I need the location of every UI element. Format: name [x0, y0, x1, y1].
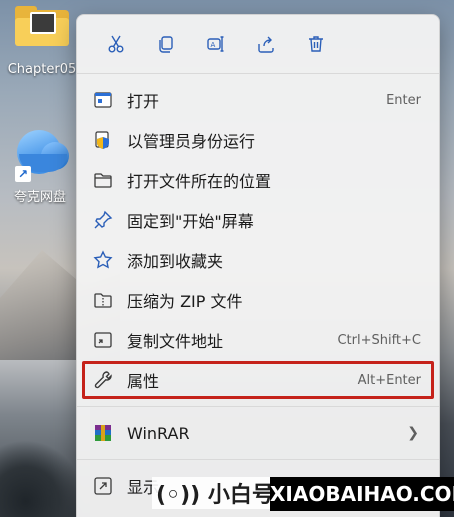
- menu-item-label: 固定到"开始"屏幕: [127, 212, 254, 231]
- menu-item-properties[interactable]: 属性 Alt+Enter: [81, 360, 435, 400]
- menu-item-shortcut: Enter: [386, 92, 421, 108]
- desktop-icon-label: Chapter05: [7, 62, 77, 77]
- expand-icon: [93, 476, 113, 496]
- menu-item-winrar[interactable]: WinRAR ❯: [81, 413, 435, 453]
- menu-item-label: 复制文件地址: [127, 332, 224, 351]
- share-button[interactable]: [241, 27, 291, 61]
- share-icon: [258, 36, 274, 53]
- copy-icon: [159, 36, 173, 53]
- menu-item-label: 属性: [127, 372, 160, 391]
- watermark-logo: (◦)) 小白号: [152, 477, 278, 509]
- shortcut-arrow-icon: ↗: [15, 166, 31, 182]
- context-menu: A 打开 Enter 以管理员身份运行 打开文件所在的位置 固定到"开始"屏幕 …: [76, 14, 440, 517]
- chevron-right-icon: ❯: [407, 425, 419, 441]
- desktop-icon-quark[interactable]: ↗ 夸克网盘: [0, 126, 80, 205]
- menu-item-add-favorites[interactable]: 添加到收藏夹: [81, 240, 435, 280]
- rename-button[interactable]: A: [191, 27, 241, 61]
- open-icon: [93, 90, 113, 110]
- delete-icon: [309, 36, 323, 52]
- folder-icon: [15, 6, 69, 46]
- shield-icon: [93, 130, 113, 150]
- wrench-icon: [93, 370, 113, 390]
- copy-button[interactable]: [141, 27, 191, 61]
- watermark-domain: XIAOBAIHAO.COM: [270, 477, 454, 511]
- menu-item-open-location[interactable]: 打开文件所在的位置: [81, 160, 435, 200]
- svg-text:A: A: [211, 41, 216, 49]
- delete-button[interactable]: [291, 27, 341, 61]
- quark-cloud-icon: ↗: [11, 126, 69, 184]
- cut-button[interactable]: [91, 27, 141, 61]
- pin-icon: [93, 210, 113, 230]
- menu-separator: [77, 406, 439, 407]
- rename-icon: A: [207, 36, 224, 52]
- context-toolbar: A: [77, 15, 439, 74]
- desktop-icon-chapter05[interactable]: Chapter05: [2, 6, 82, 77]
- menu-item-compress-zip[interactable]: 压缩为 ZIP 文件: [81, 280, 435, 320]
- folder-open-icon: [93, 170, 113, 190]
- menu-item-copy-path[interactable]: 复制文件地址 Ctrl+Shift+C: [81, 320, 435, 360]
- menu-item-shortcut: Ctrl+Shift+C: [337, 332, 421, 348]
- menu-item-shortcut: Alt+Enter: [357, 372, 421, 388]
- menu-item-label: 添加到收藏夹: [127, 252, 224, 271]
- menu-item-label: 以管理员身份运行: [127, 132, 256, 151]
- menu-item-open[interactable]: 打开 Enter: [81, 80, 435, 120]
- copy-path-icon: [93, 330, 113, 350]
- wallpaper-trees: [0, 440, 85, 517]
- zip-folder-icon: [93, 290, 113, 310]
- cut-icon: [108, 35, 124, 53]
- menu-item-label: WinRAR: [127, 423, 190, 443]
- menu-item-pin-to-start[interactable]: 固定到"开始"屏幕: [81, 200, 435, 240]
- winrar-icon: [93, 423, 113, 443]
- menu-item-label: 打开: [127, 92, 160, 111]
- star-icon: [93, 250, 113, 270]
- desktop-icon-label: 夸克网盘: [13, 190, 66, 205]
- menu-item-run-as-admin[interactable]: 以管理员身份运行: [81, 120, 435, 160]
- menu-item-label: 打开文件所在的位置: [127, 172, 272, 191]
- menu-item-label: 压缩为 ZIP 文件: [127, 292, 243, 311]
- menu-separator: [77, 459, 439, 460]
